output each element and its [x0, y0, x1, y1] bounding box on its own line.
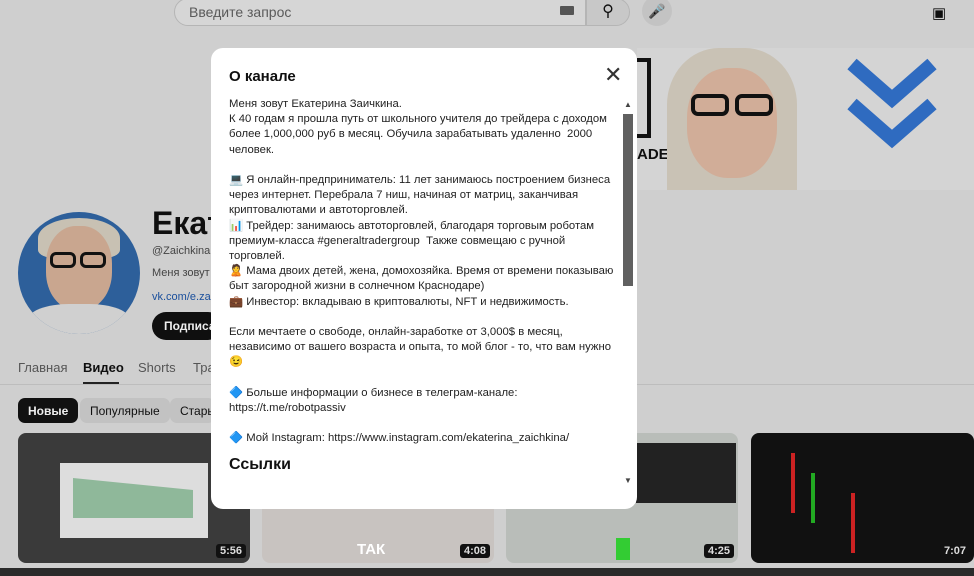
vertical-scrollbar[interactable]	[623, 114, 633, 286]
close-icon[interactable]: ✕	[604, 64, 622, 86]
scroll-up-icon[interactable]: ▲	[624, 100, 632, 109]
chip-popular[interactable]: Популярные	[80, 398, 170, 423]
keyboard-icon[interactable]	[560, 6, 574, 15]
channel-banner: ADER	[637, 48, 974, 190]
about-channel-dialog: О канале ✕ Меня зовут Екатерина Заичкина…	[211, 48, 637, 509]
channel-handle: @ZaichkinaE	[152, 245, 218, 257]
tab-shorts[interactable]: Shorts	[138, 360, 176, 375]
about-paragraph[interactable]: 🔷 Мой Instagram: https://www.instagram.c…	[229, 431, 621, 446]
search-button[interactable]: ⚲	[586, 0, 630, 26]
scroll-down-icon[interactable]: ▼	[624, 476, 632, 485]
about-paragraph: Меня зовут Екатерина Заичкина. К 40 года…	[229, 98, 607, 156]
tab-home[interactable]: Главная	[18, 360, 67, 375]
video-duration: 4:08	[459, 544, 490, 558]
video-duration: 4:25	[703, 544, 734, 558]
channel-about-text: Меня зовут Екатерина Заичкина. К 40 года…	[229, 97, 621, 472]
create-video-icon[interactable]: ▣	[932, 4, 946, 22]
chip-old[interactable]: Стары	[170, 398, 215, 423]
video-overlay-text: ТАК	[357, 541, 386, 558]
video-duration: 5:56	[215, 544, 246, 558]
channel-avatar[interactable]	[18, 212, 140, 334]
dialog-title: О канале	[229, 68, 296, 85]
search-icon: ⚲	[602, 3, 614, 20]
about-paragraph: Если мечтаете о свободе, онлайн-заработк…	[229, 326, 612, 369]
links-heading: Ссылки	[229, 455, 291, 473]
horizontal-scrollbar[interactable]	[0, 568, 974, 576]
video-duration: 7:07	[939, 544, 970, 558]
search-input[interactable]: Введите запрос	[174, 0, 586, 26]
chevron-down-icon	[847, 58, 937, 149]
about-paragraph[interactable]: 🔷 Больше информации о бизнесе в телеграм…	[229, 386, 621, 416]
channel-link[interactable]: vk.com/e.za	[152, 291, 211, 303]
chip-new[interactable]: Новые	[18, 398, 79, 423]
video-thumbnail[interactable]: 7:07	[751, 433, 974, 563]
about-paragraph: 💻 Я онлайн-предприниматель: 11 лет заним…	[229, 174, 614, 308]
tab-videos[interactable]: Видео	[83, 360, 124, 375]
microphone-icon[interactable]: 🎤	[642, 0, 672, 26]
channel-description[interactable]: Меня зовут	[152, 267, 210, 279]
